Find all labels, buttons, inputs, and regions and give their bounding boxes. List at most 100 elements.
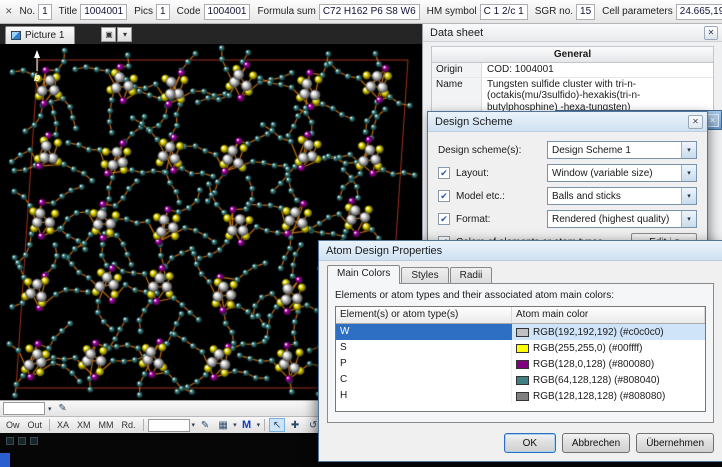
status-indicator <box>30 437 38 445</box>
document-toolbar: ✕ No. 1 Title 1004001 Pics 1 Code 100400… <box>0 0 722 24</box>
toolbar-button-out[interactable]: Out <box>25 419 46 431</box>
picture-tab-bar: Picture 1 ▣ ▾ <box>0 24 422 44</box>
table-row: Origin COD: 1004001 <box>432 63 713 78</box>
model-select[interactable]: Balls and sticks ▾ <box>547 187 697 205</box>
toolbar-button-mm[interactable]: MM <box>96 419 117 431</box>
atom-group-select[interactable] <box>147 418 190 432</box>
chevron-down-icon[interactable]: ▾ <box>681 165 696 181</box>
field-value[interactable]: 15 <box>576 3 596 20</box>
color-swatch <box>516 375 529 385</box>
model-row: ✔ Model etc.: Balls and sticks ▾ <box>428 186 707 206</box>
close-icon[interactable]: ✕ <box>688 114 703 129</box>
color-value: RGB(128,0,128) (#800080) <box>533 358 655 370</box>
model-checkbox[interactable]: ✔ <box>438 190 450 202</box>
tab-picture-1[interactable]: Picture 1 <box>5 26 76 44</box>
close-icon[interactable]: ✕ <box>704 25 718 40</box>
dialog-buttons: OK Abbrechen Übernehmen <box>319 433 714 453</box>
color-value: RGB(128,128,128) (#808080) <box>533 390 666 402</box>
style-select[interactable] <box>3 402 45 415</box>
field-value[interactable]: 24.665,19.862,20.136,90.00,103.32,90.00 <box>675 3 722 20</box>
field-value[interactable]: C 1 2/c 1 <box>479 3 528 20</box>
toolbar-button-rd[interactable]: Rd. <box>119 419 139 431</box>
table-icon[interactable]: ▦ <box>215 418 231 432</box>
pencil-icon[interactable]: ✎ <box>55 402 71 416</box>
field-value[interactable]: 1004001 <box>80 3 128 20</box>
field-formula-sum: Formula sum C72 H162 P6 S8 W6 <box>257 3 420 20</box>
field-value[interactable]: 1 <box>38 3 52 20</box>
data-sheet-titlebar[interactable]: Data sheet ✕ <box>423 24 722 42</box>
measure-icon[interactable]: M <box>239 418 255 432</box>
chevron-down-icon[interactable]: ▾ <box>233 421 237 429</box>
toolbar-button-xm[interactable]: XM <box>74 419 94 431</box>
apply-button[interactable]: Übernehmen <box>636 433 714 453</box>
color-swatch <box>516 359 529 369</box>
chevron-down-icon[interactable]: ▾ <box>681 211 696 227</box>
cancel-button[interactable]: Abbrechen <box>561 433 631 453</box>
toolbar-button-xa[interactable]: XA <box>54 419 72 431</box>
tab-radii[interactable]: Radii <box>449 267 493 284</box>
chevron-down-icon[interactable]: ▾ <box>681 142 696 158</box>
layout-label: Layout: <box>456 167 489 179</box>
table-row[interactable]: P RGB(128,0,128) (#800080) <box>336 356 705 372</box>
field-value[interactable]: 1004001 <box>203 3 251 20</box>
color-value: RGB(255,255,0) (#00ffff) <box>533 342 643 354</box>
axis-b: b <box>30 50 44 84</box>
close-document-icon[interactable]: ✕ <box>5 6 13 17</box>
ok-button[interactable]: OK <box>503 433 556 453</box>
model-label: Model etc.: <box>456 190 505 202</box>
color-swatch <box>516 343 529 353</box>
field-cell-parameters: Cell parameters 24.665,19.862,20.136,90.… <box>602 3 722 20</box>
chevron-down-icon[interactable]: ▾ <box>257 421 261 429</box>
pencil-icon[interactable]: ✎ <box>197 418 213 432</box>
field-value[interactable]: C72 H162 P6 S8 W6 <box>318 3 420 20</box>
field-label: Formula sum <box>257 6 316 17</box>
element-cell: S <box>336 340 512 356</box>
new-picture-button[interactable]: ▣ <box>101 26 117 42</box>
table-row[interactable]: C RGB(64,128,128) (#808040) <box>336 372 705 388</box>
move-icon[interactable]: ✚ <box>287 418 303 432</box>
taskbar-fragment <box>0 453 10 467</box>
panel-title: Data sheet <box>430 26 484 39</box>
row-value: Tungsten sulfide cluster with tri-n- (oc… <box>487 78 641 113</box>
layout-checkbox[interactable]: ✔ <box>438 167 450 179</box>
toolbar-button-ow[interactable]: Ow <box>3 419 23 431</box>
color-value: RGB(64,128,128) (#808040) <box>533 374 660 386</box>
chevron-down-icon[interactable]: ▾ <box>192 421 196 429</box>
tab-styles[interactable]: Styles <box>401 267 449 284</box>
format-label: Format: <box>456 213 491 225</box>
field-label: Code <box>176 6 201 17</box>
layout-row: ✔ Layout: Window (variable size) ▾ <box>428 163 707 183</box>
atom-design-titlebar[interactable]: Atom Design Properties <box>319 241 722 261</box>
design-scheme-titlebar[interactable]: Design Scheme ✕ <box>428 112 707 132</box>
column-header-element[interactable]: Element(s) or atom type(s) <box>336 307 512 323</box>
picture-tab-buttons: ▣ ▾ <box>101 26 133 42</box>
layout-select[interactable]: Window (variable size) ▾ <box>547 164 697 182</box>
separator <box>264 419 266 431</box>
pointer-icon[interactable]: ↖ <box>269 418 286 432</box>
scheme-label: Design scheme(s): <box>438 144 522 156</box>
color-swatch <box>516 327 529 337</box>
table-row[interactable]: H RGB(128,128,128) (#808080) <box>336 388 705 404</box>
chevron-down-icon[interactable]: ▾ <box>48 405 52 413</box>
main-colors-tabpage: Elements or atom types and their associa… <box>327 283 714 423</box>
design-scheme-select[interactable]: Design Scheme 1 ▾ <box>547 141 697 159</box>
row-value: COD: 1004001 <box>487 64 554 75</box>
format-select[interactable]: Rendered (highest quality) ▾ <box>547 210 697 228</box>
data-sheet-table: General Origin COD: 1004001 Name Tungste… <box>431 46 714 115</box>
atom-design-properties-dialog: Atom Design Properties Main Colors Style… <box>318 240 722 462</box>
design-scheme-row: Design scheme(s): Design Scheme 1 ▾ <box>428 140 707 160</box>
field-label: SGR no. <box>534 6 574 17</box>
column-header-color[interactable]: Atom main color <box>512 307 705 323</box>
chevron-down-icon[interactable]: ▾ <box>681 188 696 204</box>
picture-list-dropdown[interactable]: ▾ <box>117 26 133 42</box>
element-cell: C <box>336 372 512 388</box>
table-row[interactable]: S RGB(255,255,0) (#00ffff) <box>336 340 705 356</box>
separator <box>142 419 144 431</box>
field-hm-symbol: HM symbol C 1 2/c 1 <box>427 3 528 20</box>
picture-icon <box>11 31 21 40</box>
field-pics: Pics 1 <box>134 3 170 20</box>
format-checkbox[interactable]: ✔ <box>438 213 450 225</box>
tab-main-colors[interactable]: Main Colors <box>327 265 401 284</box>
table-row[interactable]: W RGB(192,192,192) (#c0c0c0) <box>336 324 705 340</box>
field-value[interactable]: 1 <box>156 3 170 20</box>
